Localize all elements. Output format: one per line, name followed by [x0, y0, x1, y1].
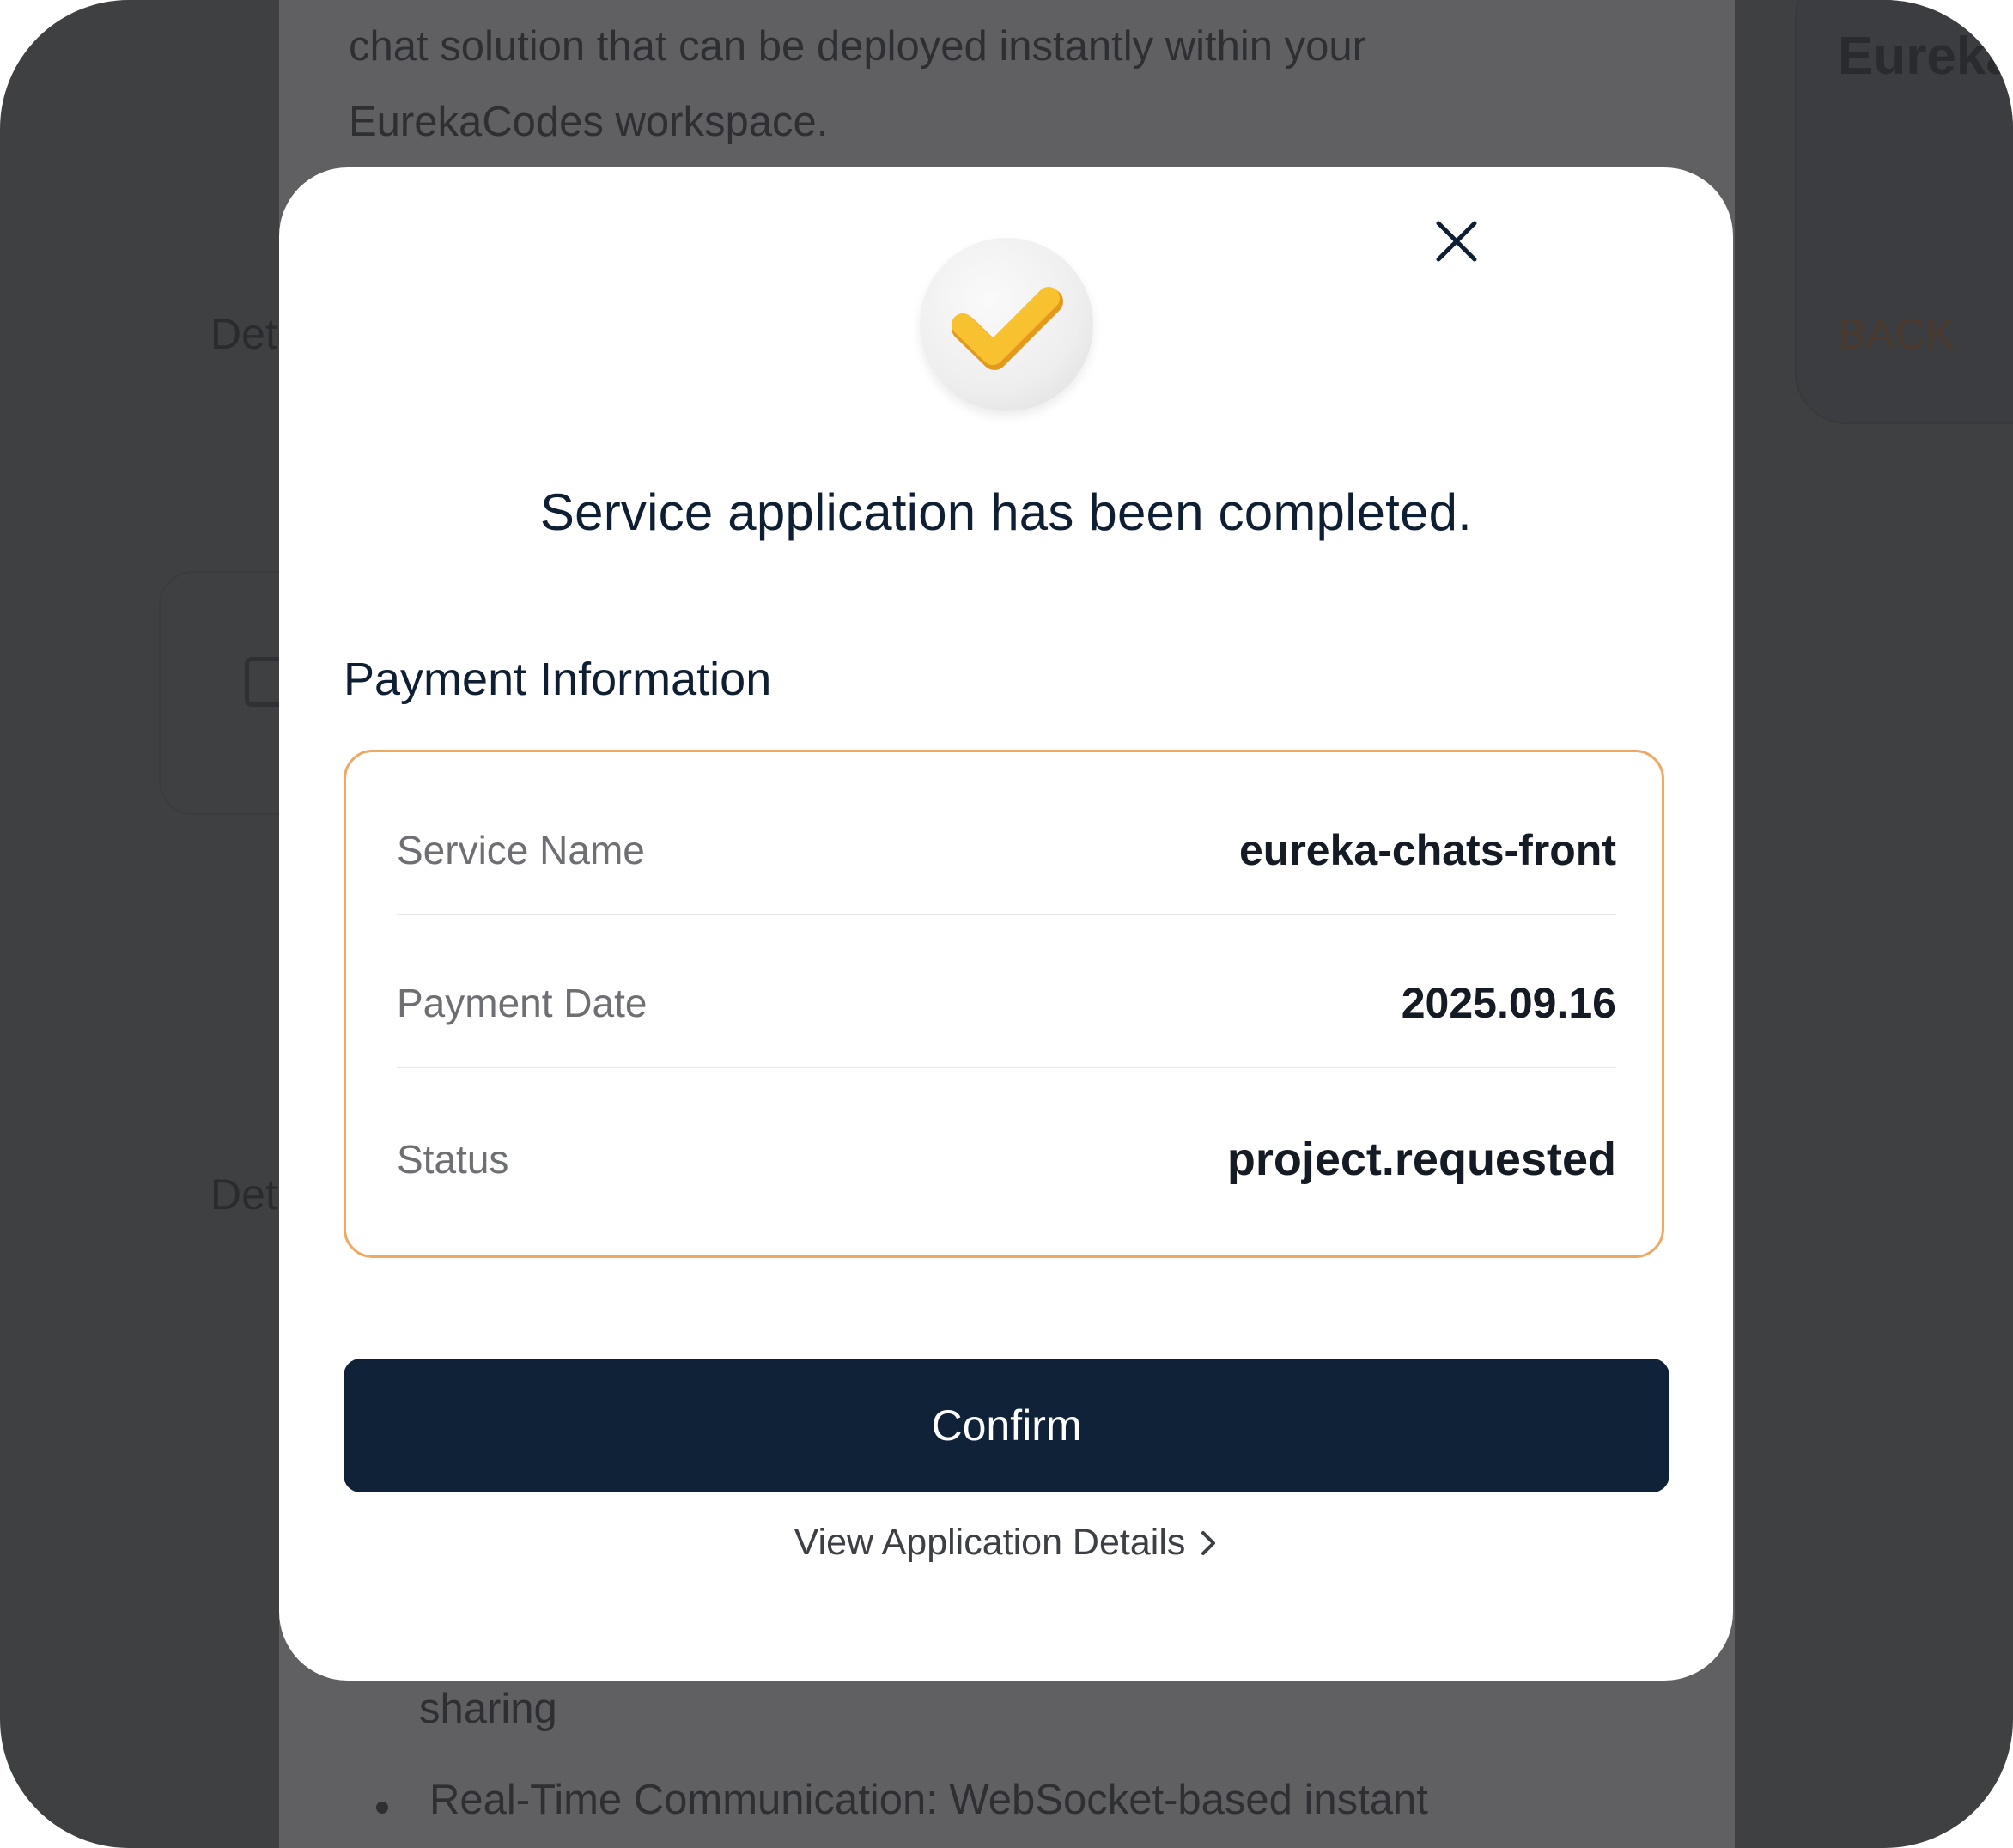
chevron-right-icon — [1201, 1530, 1216, 1555]
row-label: Status — [397, 1137, 509, 1182]
bullet-icon — [376, 1802, 388, 1814]
background-detail-label: Det — [210, 310, 277, 358]
row-label: Payment Date — [397, 981, 648, 1025]
payment-info-title: Payment Information — [344, 653, 772, 705]
success-badge — [920, 238, 1093, 411]
screen: chat solution that can be deployed insta… — [0, 0, 2013, 1848]
row-divider — [397, 914, 1616, 915]
background-description: chat solution that can be deployed insta… — [349, 9, 1688, 160]
background-back-button: BACK — [1838, 310, 1955, 358]
success-headline: Service application has been completed. — [539, 483, 1473, 541]
row-label: Service Name — [397, 828, 645, 872]
status-row: Status project.requested — [397, 1125, 1616, 1194]
close-icon — [1436, 221, 1477, 262]
row-value: project.requested — [1226, 1134, 1616, 1185]
background-side-title: Eureka — [1838, 27, 2013, 86]
row-divider — [397, 1067, 1616, 1068]
background-description-line: EurekaCodes workspace. — [349, 99, 829, 145]
background-description-line: chat solution that can be deployed insta… — [349, 23, 1366, 70]
background-list-item: Real-Time Communication: WebSocket-based… — [429, 1777, 1428, 1823]
view-details-link[interactable]: View Application Details — [279, 1522, 1733, 1564]
background-list-fragment: sharing — [419, 1686, 557, 1732]
confirm-button[interactable]: Confirm — [344, 1359, 1669, 1492]
checkmark-icon — [952, 287, 1063, 370]
row-value: 2025.09.16 — [1401, 979, 1616, 1027]
view-details-label: View Application Details — [794, 1522, 1186, 1563]
row-value: eureka-chats-front — [1239, 826, 1616, 874]
close-button[interactable] — [1430, 215, 1483, 268]
service-name-row: Service Name eureka-chats-front — [397, 816, 1616, 884]
background-detail-label: Det — [210, 1170, 277, 1219]
payment-date-row: Payment Date 2025.09.16 — [397, 969, 1616, 1037]
